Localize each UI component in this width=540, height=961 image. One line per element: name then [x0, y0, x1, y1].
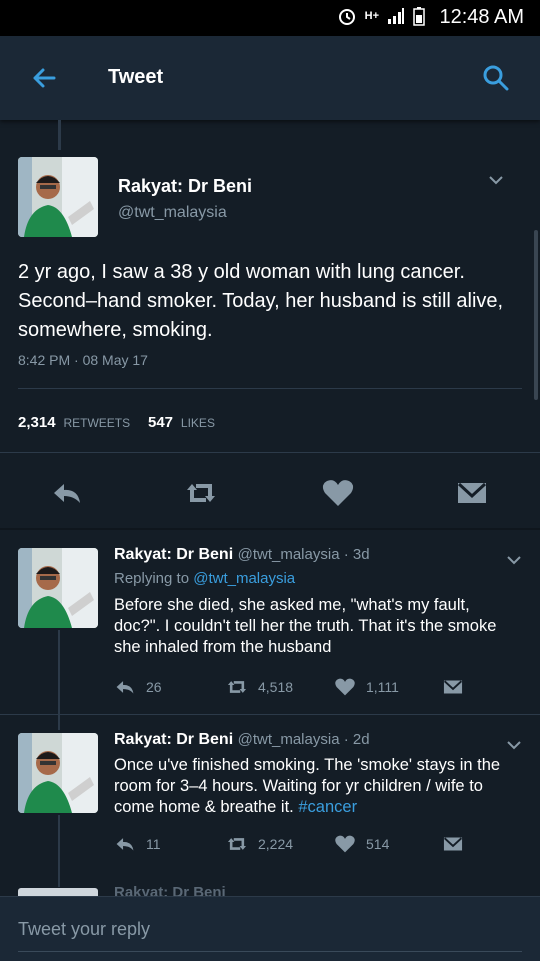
thread-line: [58, 815, 60, 887]
page-title: Tweet: [108, 66, 164, 88]
author-meta[interactable]: @twt_malaysia · 2d: [238, 731, 370, 748]
retweet-action[interactable]: 4,518: [226, 676, 293, 698]
input-underline: [18, 951, 522, 952]
reply-count: 26: [146, 679, 162, 695]
battery-icon: [413, 7, 425, 26]
chevron-down-icon[interactable]: [486, 170, 506, 190]
reply-action[interactable]: 11: [114, 833, 161, 855]
avatar[interactable]: [18, 548, 98, 628]
like-action[interactable]: 1,111: [334, 676, 399, 698]
status-bar: H+ 12:48 AM: [0, 0, 540, 36]
avatar[interactable]: [18, 157, 98, 237]
reply-composer: Tweet your reply: [0, 896, 540, 961]
author-name[interactable]: Rakyat: Dr Beni: [114, 546, 233, 563]
back-arrow-icon[interactable]: [28, 62, 60, 94]
heart-icon: [335, 678, 355, 696]
status-time: 12:48 AM: [439, 6, 524, 28]
search-icon[interactable]: [480, 62, 512, 94]
retweet-count: 2,224: [258, 836, 294, 852]
alarm-icon: [338, 9, 355, 25]
retweet-count: 4,518: [258, 679, 294, 695]
avatar[interactable]: [18, 888, 98, 896]
message-icon: [443, 837, 463, 851]
retweet-action[interactable]: 2,224: [226, 833, 293, 855]
divider: [0, 452, 540, 453]
author-name[interactable]: Rakyat: Dr Beni: [118, 176, 252, 197]
reply-header: Rakyat: Dr Beni @twt_malaysia · 3d: [114, 546, 370, 564]
reply-input[interactable]: Tweet your reply: [18, 919, 150, 940]
reply-text: Once u've finished smoking. The 'smoke' …: [114, 755, 504, 818]
retweet-icon: [227, 681, 247, 693]
engagement-counts: 2,314 RETWEETS 547 LIKES: [18, 414, 215, 431]
section-separator: [0, 528, 540, 530]
thread-line: [58, 120, 61, 150]
retweet-icon[interactable]: [184, 476, 218, 510]
reply-action[interactable]: 26: [114, 676, 162, 698]
replying-to-handle[interactable]: @twt_malaysia: [193, 570, 295, 587]
app-bar: Tweet: [0, 36, 540, 120]
like-count: 1,111: [366, 679, 399, 695]
heart-icon: [335, 835, 355, 853]
tweet-actions: [0, 472, 540, 512]
chevron-down-icon[interactable]: [504, 550, 524, 570]
heart-icon[interactable]: [321, 476, 355, 510]
network-type: H+: [364, 10, 379, 22]
chevron-down-icon[interactable]: [504, 735, 524, 755]
avatar-image: [18, 733, 98, 813]
author-meta[interactable]: @twt_malaysia · 3d: [238, 546, 370, 563]
status-icons: H+: [337, 6, 425, 26]
message-action[interactable]: [442, 676, 464, 698]
reply-count: 11: [146, 836, 161, 852]
replying-to-prefix: Replying to: [114, 570, 190, 587]
likes-label: LIKES: [180, 416, 215, 430]
retweet-count[interactable]: 2,314: [18, 414, 56, 431]
author-name[interactable]: Rakyat: Dr Beni: [114, 731, 233, 748]
divider: [0, 714, 540, 715]
like-count: 514: [366, 836, 390, 852]
divider: [18, 388, 522, 389]
next-reply-preview[interactable]: Rakyat: Dr Beni: [114, 884, 226, 896]
message-action[interactable]: [442, 833, 464, 855]
tweet-text: 2 yr ago, I saw a 38 y old woman with lu…: [18, 261, 504, 341]
replying-to: Replying to @twt_malaysia: [114, 570, 295, 587]
reply-icon[interactable]: [50, 476, 84, 510]
message-icon[interactable]: [455, 476, 489, 510]
reply-text: Before she died, she asked me, "what's m…: [114, 596, 497, 656]
thread-line: [58, 630, 60, 730]
retweets-label: RETWEETS: [63, 416, 131, 430]
avatar[interactable]: [18, 733, 98, 813]
hashtag-link[interactable]: #cancer: [298, 798, 357, 816]
reply-header: Rakyat: Dr Beni @twt_malaysia · 2d: [114, 731, 370, 749]
message-icon: [443, 680, 463, 694]
reply-actions: 11 2,224 514: [114, 833, 514, 857]
author-handle[interactable]: @twt_malaysia: [118, 204, 227, 222]
avatar-image: [18, 157, 98, 237]
signal-icon: [388, 8, 404, 24]
reply-icon: [116, 838, 134, 851]
like-count[interactable]: 547: [148, 414, 173, 431]
reply-icon: [116, 681, 134, 694]
avatar-image: [18, 548, 98, 628]
like-action[interactable]: 514: [334, 833, 389, 855]
tweet-datetime: 8:42 PM · 08 May 17: [18, 352, 148, 368]
reply-actions: 26 4,518 1,111: [114, 676, 514, 700]
retweet-icon: [227, 838, 247, 850]
scrollbar[interactable]: [534, 230, 538, 400]
